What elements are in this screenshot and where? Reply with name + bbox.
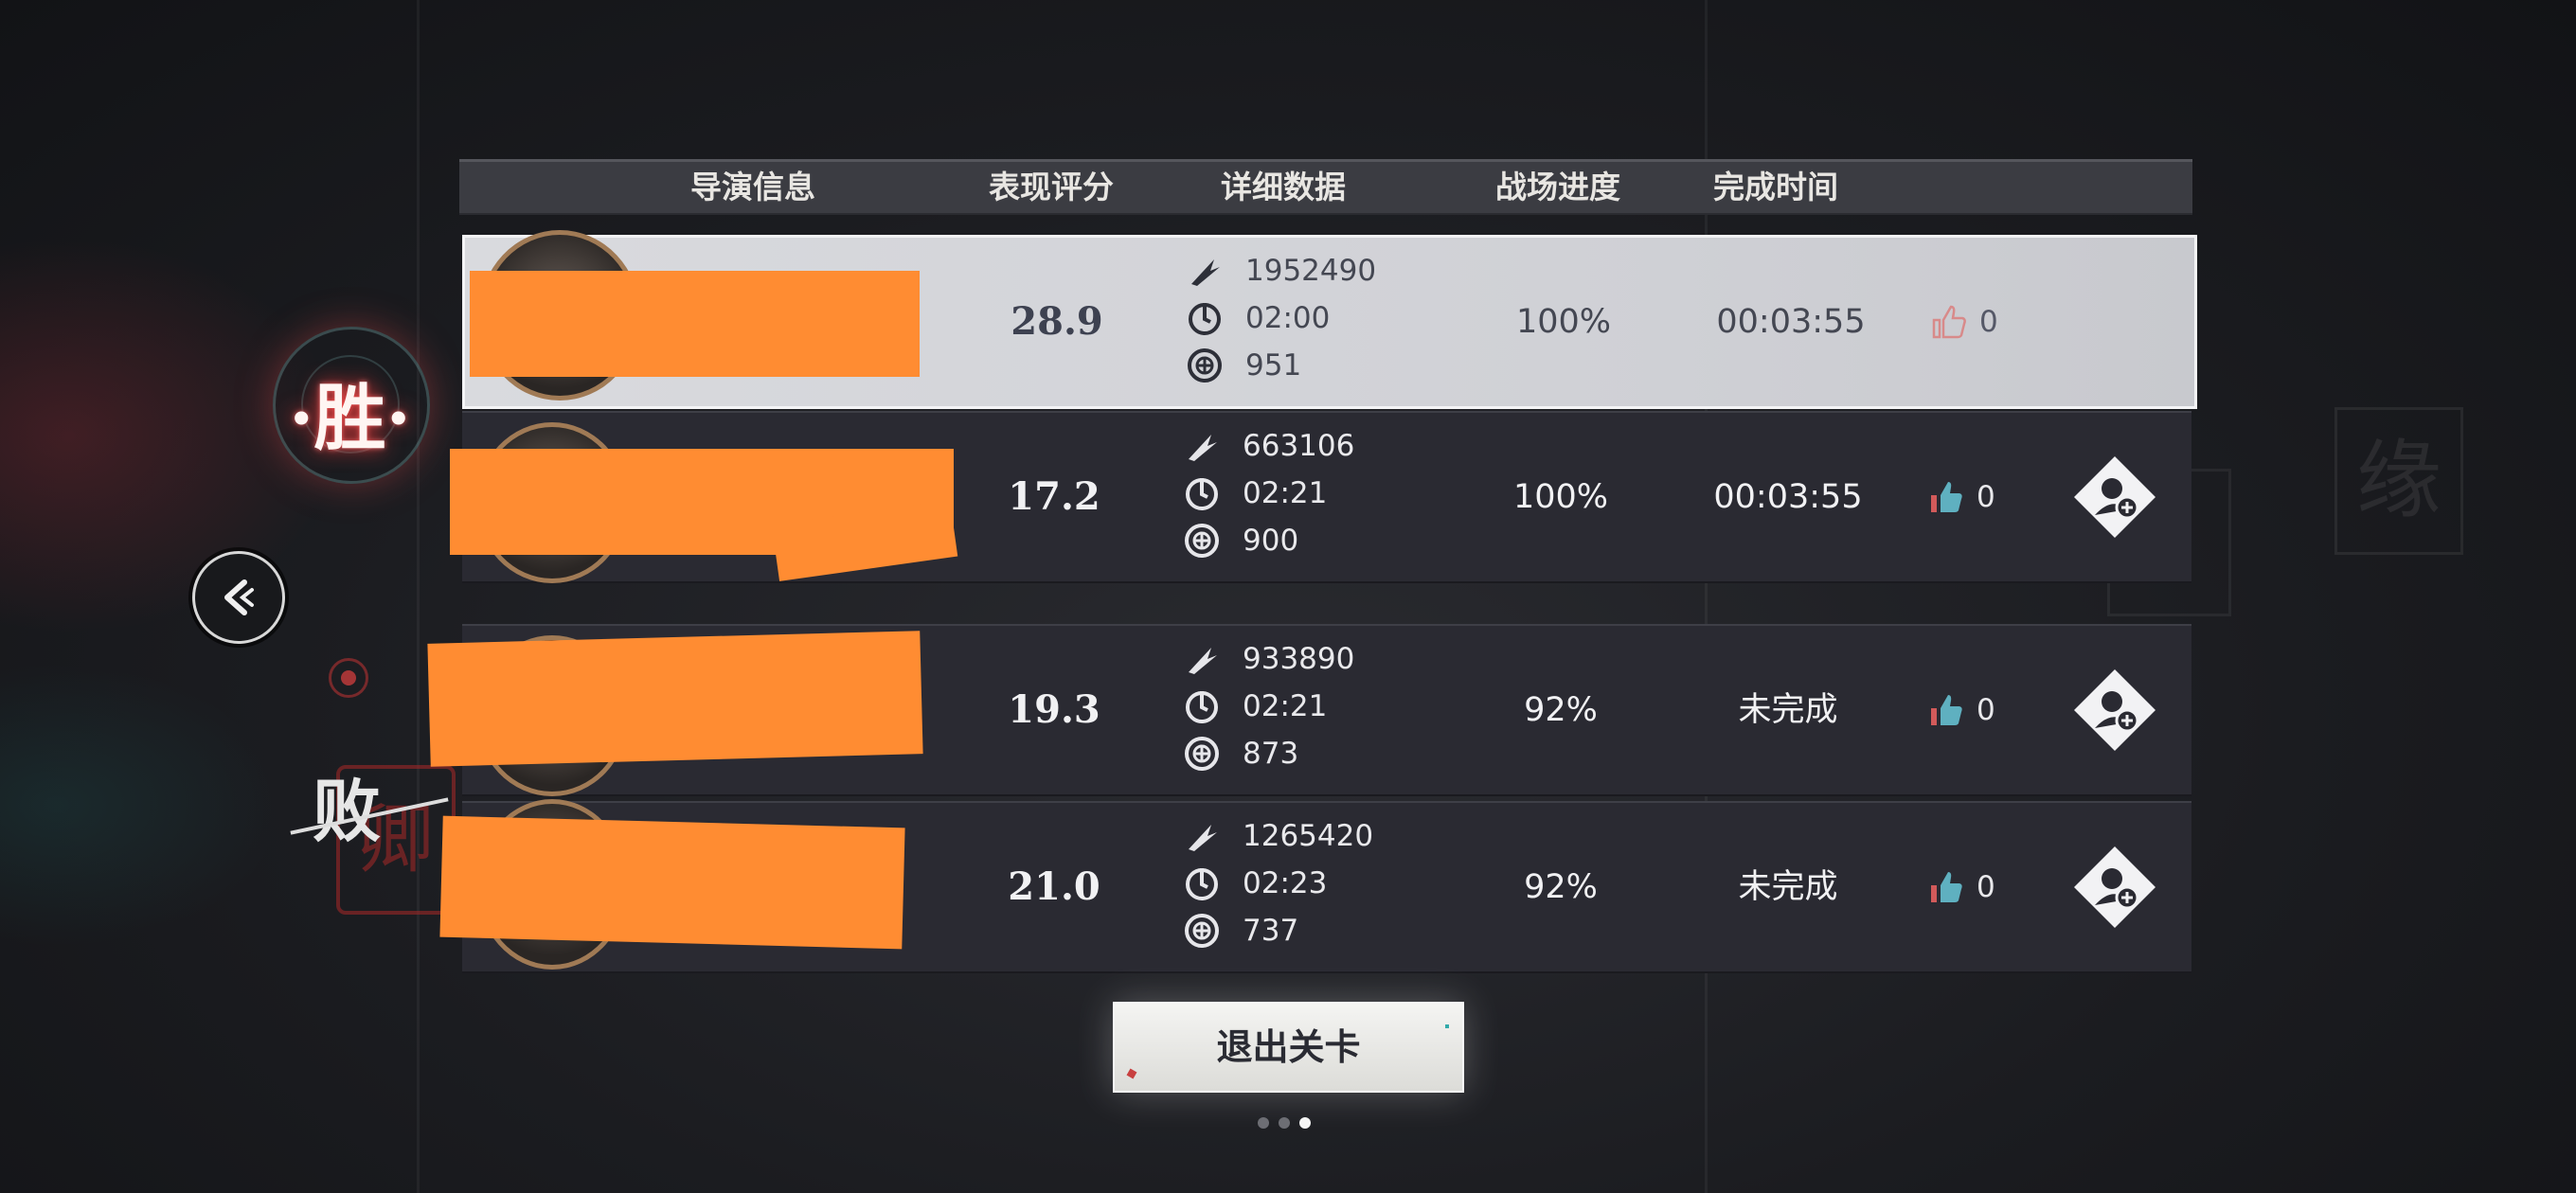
player-row: 21.0 1265420 02:23 737 92% 未完成 0	[439, 799, 2191, 973]
thumbs-up-icon	[1932, 305, 1966, 339]
like-button[interactable]: 0	[1927, 803, 1995, 971]
completion-time: 00:03:55	[1713, 478, 1863, 516]
damage-value: 663106	[1243, 429, 1355, 463]
points-icon	[1185, 346, 1225, 385]
battle-progress: 100%	[1512, 478, 1609, 516]
detailed-stats: 1265420 02:23 737	[1182, 812, 1400, 954]
points-value: 900	[1243, 524, 1299, 558]
header-director-info: 导演信息	[690, 169, 815, 205]
decor-mark	[1445, 1024, 1449, 1028]
battle-progress: 92%	[1524, 691, 1598, 729]
timer-icon	[1185, 298, 1225, 338]
points-icon	[1182, 521, 1222, 561]
stat-damage: 933890	[1182, 635, 1400, 683]
back-arrow-icon	[224, 579, 254, 615]
header-battle-progress: 战场进度	[1495, 169, 1620, 205]
damage-value: 1265420	[1243, 819, 1374, 853]
performance-score: 19.3	[1008, 687, 1100, 732]
stat-time: 02:23	[1182, 860, 1400, 907]
lose-glow	[0, 663, 284, 947]
page-indicator	[1258, 1117, 1311, 1129]
redacted-player-name	[427, 631, 923, 767]
damage-icon	[1182, 639, 1222, 679]
like-control: 0	[1930, 238, 1998, 406]
player-row-self: 28.9 1952490 02:00 951 100% 00:03:55 0	[462, 230, 2197, 409]
stat-time: 02:21	[1182, 470, 1400, 517]
thumbs-up-icon	[1931, 482, 1962, 512]
like-button[interactable]: 0	[1927, 413, 1995, 581]
detailed-stats: 933890 02:21 873	[1182, 635, 1400, 777]
points-value: 873	[1243, 737, 1299, 771]
damage-value: 1952490	[1245, 254, 1377, 288]
add-friend-button[interactable]	[2072, 668, 2157, 753]
performance-score: 28.9	[1011, 299, 1103, 344]
decor-mark	[1126, 1068, 1137, 1079]
like-button[interactable]: 0	[1927, 626, 1995, 794]
damage-icon	[1185, 251, 1225, 291]
player-row: 19.3 933890 02:21 873 92% 未完成 0	[427, 624, 2191, 796]
damage-value: 933890	[1243, 642, 1355, 676]
battle-progress: 92%	[1524, 868, 1598, 906]
header-detailed-data: 详细数据	[1221, 169, 1346, 205]
redacted-player-name	[470, 271, 920, 377]
like-count: 0	[1979, 305, 1998, 339]
redacted-player-name	[439, 815, 905, 950]
page-dot-1[interactable]	[1258, 1117, 1269, 1129]
like-count: 0	[1977, 480, 1995, 514]
stat-time: 02:00	[1185, 294, 1403, 342]
points-icon	[1182, 734, 1222, 774]
add-friend-button[interactable]	[2072, 454, 2157, 540]
points-value: 951	[1245, 348, 1302, 383]
stat-points: 900	[1182, 517, 1400, 564]
time-value: 02:00	[1245, 301, 1331, 335]
detailed-stats: 663106 02:21 900	[1182, 422, 1400, 564]
page-dot-2[interactable]	[1279, 1117, 1290, 1129]
header-performance-score: 表现评分	[989, 169, 1114, 205]
like-count: 0	[1977, 870, 1995, 904]
team-marker-icon	[329, 658, 368, 698]
stat-time: 02:21	[1182, 683, 1400, 730]
exit-stage-label: 退出关卡	[1216, 1025, 1361, 1068]
thumbs-up-icon	[1931, 695, 1962, 725]
time-value: 02:21	[1243, 476, 1328, 510]
detailed-stats: 1952490 02:00 951	[1185, 247, 1403, 389]
timer-icon	[1182, 473, 1222, 513]
stat-points: 737	[1182, 907, 1400, 954]
like-count: 0	[1977, 693, 1995, 727]
results-header: 导演信息 表现评分 详细数据 战场进度 完成时间	[459, 159, 2192, 215]
back-button[interactable]	[192, 551, 285, 644]
completion-time: 00:03:55	[1716, 303, 1866, 341]
add-friend-icon	[2074, 456, 2156, 538]
add-friend-icon	[2074, 846, 2156, 928]
completion-time: 未完成	[1738, 691, 1838, 729]
timer-icon	[1182, 864, 1222, 903]
battle-progress: 100%	[1515, 303, 1612, 341]
add-friend-icon	[2074, 669, 2156, 751]
damage-icon	[1182, 426, 1222, 466]
add-friend-button[interactable]	[2072, 845, 2157, 930]
stat-damage: 1952490	[1185, 247, 1403, 294]
time-value: 02:23	[1243, 866, 1328, 900]
stat-damage: 663106	[1182, 422, 1400, 470]
performance-score: 21.0	[1008, 864, 1100, 909]
thumbs-up-icon	[1931, 872, 1962, 902]
exit-stage-button[interactable]: 退出关卡	[1113, 1002, 1464, 1093]
decor-seal: 缘	[2334, 407, 2463, 555]
header-completion-time: 完成时间	[1713, 169, 1838, 205]
points-value: 737	[1243, 914, 1299, 948]
player-row: 17.2 663106 02:21 900 100% 00:03:55 0	[450, 411, 2191, 583]
win-label: ·胜·	[289, 376, 411, 460]
bg-line	[417, 0, 420, 1193]
performance-score: 17.2	[1008, 474, 1100, 519]
completion-time: 未完成	[1738, 868, 1838, 906]
stat-damage: 1265420	[1182, 812, 1400, 860]
timer-icon	[1182, 686, 1222, 726]
page-dot-3-active[interactable]	[1299, 1117, 1311, 1129]
stat-points: 951	[1185, 342, 1403, 389]
stat-points: 873	[1182, 730, 1400, 777]
damage-icon	[1182, 816, 1222, 856]
time-value: 02:21	[1243, 689, 1328, 723]
lose-label: 败	[313, 771, 382, 851]
points-icon	[1182, 911, 1222, 951]
